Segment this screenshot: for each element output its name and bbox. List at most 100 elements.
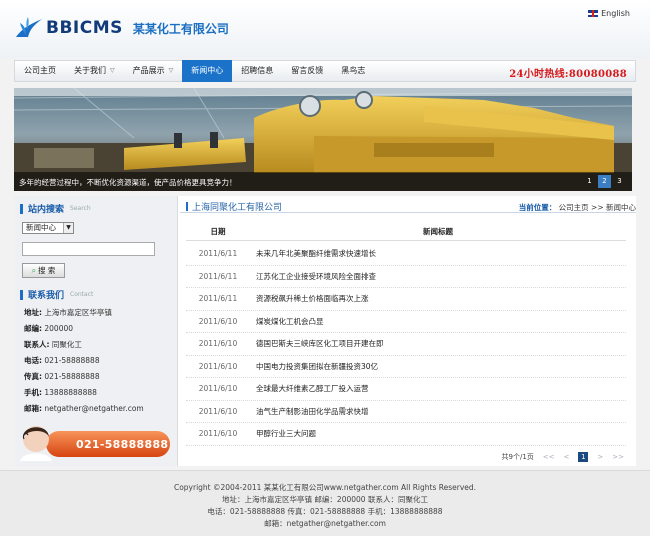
table-row: 2011/6/10 煤炭煤化工机会凸显 xyxy=(186,311,626,333)
phone-banner[interactable]: 021-58888888 xyxy=(18,421,172,461)
search-section-title: 站内搜索 Search xyxy=(20,202,91,215)
pager-next[interactable]: > xyxy=(597,453,603,461)
search-icon: ⌕ xyxy=(31,265,37,275)
row-date: 2011/6/10 xyxy=(198,384,238,394)
search-scope-value: 新闻中心 xyxy=(26,223,56,232)
language-switch[interactable]: English xyxy=(588,9,630,18)
search-input[interactable] xyxy=(22,242,155,256)
contact-label: 手机: xyxy=(24,388,42,397)
row-title-link[interactable]: 油气生产制影油田化学品需求快增 xyxy=(250,406,626,417)
title-bar xyxy=(20,289,23,300)
contact-title-text: 联系我们 xyxy=(28,291,65,301)
uk-flag-icon xyxy=(588,10,599,17)
search-title-text: 站内搜索 xyxy=(28,205,65,215)
title-bar xyxy=(20,203,23,214)
breadcrumb-label: 当前位置： xyxy=(518,203,557,212)
column-date: 日期 xyxy=(210,227,226,236)
content-title-text: 上海同聚化工有限公司 xyxy=(192,203,283,213)
row-title-link[interactable]: 德国巴斯夫三峡库区化工项目开建在即 xyxy=(250,338,626,349)
footer-copyright: Copyright ©2004-2011 某某化工有限公司www.netgath… xyxy=(173,483,477,492)
contact-title-en: Contact xyxy=(70,291,94,298)
pagination: 共9个/1页 << < 1 > >> xyxy=(502,452,624,462)
pager-summary: 共9个/1页 xyxy=(501,453,534,461)
pager-current-page[interactable]: 1 xyxy=(578,452,589,462)
row-title-link[interactable]: 全球最大纤维素乙醇工厂投入运营 xyxy=(250,383,626,394)
contact-value: 上海市嘉定区华亭镇 xyxy=(44,308,112,317)
footer-phone: 电话：021-58888888 传真：021-58888888 手机：13888… xyxy=(207,507,443,516)
nav-item-blog[interactable]: 黑鸟志 xyxy=(332,61,374,81)
nav-item-about[interactable]: 关于我们 ▽ xyxy=(65,61,124,81)
pager-last[interactable]: >> xyxy=(612,453,624,461)
nav-item-feedback[interactable]: 留言反馈 xyxy=(282,61,332,81)
nav-label: 公司主页 xyxy=(24,66,56,75)
content-header: 上海同聚化工有限公司 当前位置： 公司主页 >> 新闻中心 xyxy=(180,199,636,213)
phone-banner-number: 021-58888888 xyxy=(76,438,169,451)
row-title-link[interactable]: 资源税飙升稀土价格面临再次上涨 xyxy=(250,293,626,304)
contact-value: 同聚化工 xyxy=(51,340,82,349)
nav-item-home[interactable]: 公司主页 xyxy=(15,61,65,81)
contact-mobile: 手机: 13888888888 xyxy=(24,387,97,398)
contact-zip: 邮编: 200000 xyxy=(24,323,73,334)
logo-bird-icon xyxy=(16,17,42,37)
nav-label: 新闻中心 xyxy=(191,65,224,75)
row-date: 2011/6/11 xyxy=(198,271,238,281)
search-button-label: 搜 索 xyxy=(38,266,56,275)
main-nav: 公司主页 关于我们 ▽ 产品展示 ▽ 新闻中心 招聘信息 留言反馈 黑鸟志 24小时… xyxy=(14,59,636,82)
contact-label: 地址: xyxy=(24,308,42,317)
main-area: 站内搜索 Search 新闻中心 ▼ ⌕ 搜 索 联系我们 Contact 地址… xyxy=(14,196,636,466)
banner-caption-bar: 多年的经营过程中，不断优化资源渠道，使产品价格更具竞争力！ 1 2 3 xyxy=(14,172,632,191)
row-date: 2011/6/11 xyxy=(198,294,238,304)
breadcrumb-home-link[interactable]: 公司主页 xyxy=(559,203,589,212)
table-row: 2011/6/10 油气生产制影油田化学品需求快增 xyxy=(186,401,626,423)
nav-label: 招聘信息 xyxy=(241,66,274,75)
contact-value: 021-58888888 xyxy=(44,372,100,381)
row-title-link[interactable]: 煤炭煤化工机会凸显 xyxy=(250,316,626,327)
content-title: 上海同聚化工有限公司 xyxy=(186,200,282,213)
search-scope-select[interactable]: 新闻中心 ▼ xyxy=(22,222,74,234)
breadcrumb-current[interactable]: 新闻中心 xyxy=(606,203,636,212)
contact-email-link[interactable]: netgather@netgather.com xyxy=(44,404,143,413)
slide-indicators: 1 2 3 xyxy=(581,175,626,188)
pager-first[interactable]: << xyxy=(543,453,555,461)
slide-dot-3[interactable]: 3 xyxy=(613,175,626,188)
sidebar: 站内搜索 Search 新闻中心 ▼ ⌕ 搜 索 联系我们 Contact 地址… xyxy=(14,196,178,466)
contact-label: 联系人: xyxy=(24,340,50,349)
hero-banner[interactable]: 多年的经营过程中，不断优化资源渠道，使产品价格更具竞争力！ 1 2 3 xyxy=(14,88,632,191)
logo-text: BBICMS xyxy=(46,18,123,38)
contact-email: 邮箱: netgather@netgather.com xyxy=(24,403,144,414)
row-title-link[interactable]: 江苏化工企业接受环境风险全面排查 xyxy=(250,271,626,282)
contact-value: 13888888888 xyxy=(44,388,97,397)
contact-address: 地址: 上海市嘉定区华亭镇 xyxy=(24,307,112,318)
banner-caption: 多年的经营过程中，不断优化资源渠道，使产品价格更具竞争力！ xyxy=(19,178,237,187)
slide-dot-1[interactable]: 1 xyxy=(583,175,596,188)
row-title-link[interactable]: 中国电力投资集团拟在新疆投资30亿 xyxy=(250,361,626,372)
row-date: 2011/6/11 xyxy=(198,249,238,259)
row-title-link[interactable]: 未来几年北美聚酯纤维需求快速增长 xyxy=(250,248,626,259)
table-row: 2011/6/10 全球最大纤维素乙醇工厂投入运营 xyxy=(186,378,626,401)
row-date: 2011/6/10 xyxy=(198,316,238,326)
contact-label: 传真: xyxy=(24,372,42,381)
row-title-link[interactable]: 甲醇行业三大问题 xyxy=(250,428,626,439)
slide-dot-2[interactable]: 2 xyxy=(598,175,611,188)
footer-address: 地址：上海市嘉定区华亭镇 邮编：200000 联系人：同聚化工 xyxy=(222,495,428,504)
column-title: 新闻标题 xyxy=(423,227,453,236)
pager-prev[interactable]: < xyxy=(564,453,570,461)
nav-item-products[interactable]: 产品展示 ▽ xyxy=(124,61,183,81)
table-row: 2011/6/10 中国电力投资集团拟在新疆投资30亿 xyxy=(186,356,626,378)
nav-label: 黑鸟志 xyxy=(341,66,366,75)
news-table-header: 日期 新闻标题 xyxy=(186,223,626,241)
nav-item-news[interactable]: 新闻中心 xyxy=(182,59,233,82)
contact-label: 邮箱: xyxy=(24,404,42,413)
chevron-down-icon: ▽ xyxy=(168,67,174,74)
contact-fax: 传真: 021-58888888 xyxy=(24,371,100,382)
search-button[interactable]: ⌕ 搜 索 xyxy=(22,263,65,278)
row-date: 2011/6/10 xyxy=(198,339,238,349)
site-logo[interactable]: BBICMS 某某化工有限公司 xyxy=(14,14,229,42)
nav-item-jobs[interactable]: 招聘信息 xyxy=(232,61,282,81)
table-row: 2011/6/11 资源税飙升稀土价格面临再次上涨 xyxy=(186,288,626,311)
dropdown-arrow-icon: ▼ xyxy=(63,223,73,233)
contact-phone: 电话: 021-58888888 xyxy=(24,355,100,366)
hotline-text: 24小时热线:80080088 xyxy=(509,69,627,80)
table-row: 2011/6/11 未来几年北美聚酯纤维需求快速增长 xyxy=(186,243,626,266)
contact-person: 联系人: 同聚化工 xyxy=(24,339,82,350)
